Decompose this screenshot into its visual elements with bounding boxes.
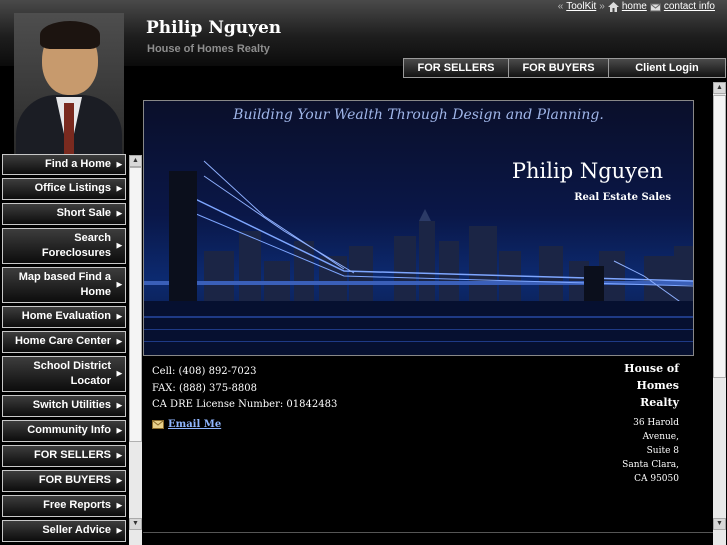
utility-links: « ToolKit » home contact info — [557, 1, 715, 12]
sidebar-scroll-thumb[interactable] — [129, 167, 142, 442]
top-nav-client-login[interactable]: Client Login — [608, 58, 726, 78]
triangle-right-icon: ▶ — [116, 281, 122, 289]
triangle-right-icon: ▶ — [116, 452, 122, 460]
sidebar-scroll-up-button[interactable]: ▲ — [129, 155, 142, 167]
banner-subtitle: Real Estate Sales — [574, 192, 671, 203]
banner-agent-name: Philip Nguyen — [511, 159, 663, 183]
triangle-right-icon: ▶ — [116, 242, 122, 250]
page-scroll-thumb[interactable] — [713, 95, 726, 378]
sidebar-item-short-sale[interactable]: Short Sale ▶ — [2, 203, 126, 225]
phone-fax: FAX: (888) 375-8808 — [152, 382, 257, 394]
email-me-link[interactable]: Email Me — [152, 419, 221, 430]
phone-cell: Cell: (408) 892-7023 — [152, 366, 257, 377]
page-scroll-up-button[interactable]: ▲ — [713, 82, 726, 94]
triangle-right-icon: ▶ — [116, 370, 122, 378]
office-name: House of Homes Realty — [624, 362, 679, 409]
city-skyline-image — [144, 160, 693, 355]
sidebar-item-home-evaluation[interactable]: Home Evaluation ▶ — [2, 306, 126, 328]
sidebar-item-school-district-locator[interactable]: School District Locator ▶ — [2, 356, 126, 392]
triangle-right-icon: ▶ — [116, 338, 122, 346]
page-scroll-down-button[interactable]: ▼ — [713, 518, 726, 530]
top-nav-for-buyers[interactable]: FOR BUYERS — [508, 58, 608, 78]
triangle-right-icon: ▶ — [116, 161, 122, 168]
sidebar-item-for-buyers[interactable]: FOR BUYERS ▶ — [2, 470, 126, 492]
sidebar-item-office-listings[interactable]: Office Listings ▶ — [2, 178, 126, 200]
sidebar-nav: Find a Home ▶ Office Listings ▶ Short Sale… — [0, 154, 128, 545]
contact-info-link[interactable]: contact info — [664, 1, 715, 12]
triangle-right-icon: ▶ — [116, 427, 122, 435]
toolkit-link[interactable]: ToolKit — [566, 1, 596, 12]
sidebar-item-search-foreclosures[interactable]: Search Foreclosures ▶ — [2, 228, 126, 264]
sidebar-item-switch-utilities[interactable]: Switch Utilities ▶ — [2, 395, 126, 417]
sidebar-item-map-find-a-home[interactable]: Map based Find a Home ▶ — [2, 267, 126, 303]
top-nav: FOR SELLERS FOR BUYERS Client Login — [403, 58, 726, 78]
triangle-right-icon: ▶ — [116, 502, 122, 510]
sidebar-item-free-reports[interactable]: Free Reports ▶ — [2, 495, 126, 517]
home-link[interactable]: home — [622, 1, 647, 12]
triangle-right-icon: ▶ — [116, 210, 122, 218]
triangle-right-icon: ▶ — [116, 313, 122, 321]
sidebar-item-for-sellers[interactable]: FOR SELLERS ▶ — [2, 445, 126, 467]
triangle-right-icon: ▶ — [116, 527, 122, 535]
envelope-icon — [649, 3, 661, 11]
office-address: 36 Harold Avenue, Suite 8 Santa Clara, C… — [622, 418, 679, 484]
divider — [143, 532, 713, 533]
agent-name: Philip Nguyen — [146, 18, 282, 38]
triangle-right-icon: ▶ — [116, 477, 122, 485]
mail-icon — [152, 420, 164, 429]
triangle-right-icon: ▶ — [116, 402, 122, 410]
sidebar-item-home-care-center[interactable]: Home Care Center ▶ — [2, 331, 126, 353]
hero-banner: Building Your Wealth Through Design and … — [143, 100, 694, 356]
sidebar-item-seller-advice[interactable]: Seller Advice ▶ — [2, 520, 126, 542]
license-number: CA DRE License Number: 01842483 — [152, 399, 338, 410]
sidebar-scroll-down-button[interactable]: ▼ — [129, 518, 142, 530]
banner-tagline: Building Your Wealth Through Design and … — [233, 107, 604, 123]
triangle-right-icon: ▶ — [116, 185, 122, 193]
sidebar-item-find-a-home[interactable]: Find a Home ▶ — [2, 154, 126, 175]
top-nav-for-sellers[interactable]: FOR SELLERS — [403, 58, 508, 78]
company-name: House of Homes Realty — [147, 43, 270, 55]
agent-photo — [14, 13, 124, 154]
sidebar-item-community-info[interactable]: Community Info ▶ — [2, 420, 126, 442]
contact-details: Cell: (408) 892-7023 FAX: (888) 375-8808… — [152, 364, 337, 414]
home-icon — [607, 1, 619, 12]
